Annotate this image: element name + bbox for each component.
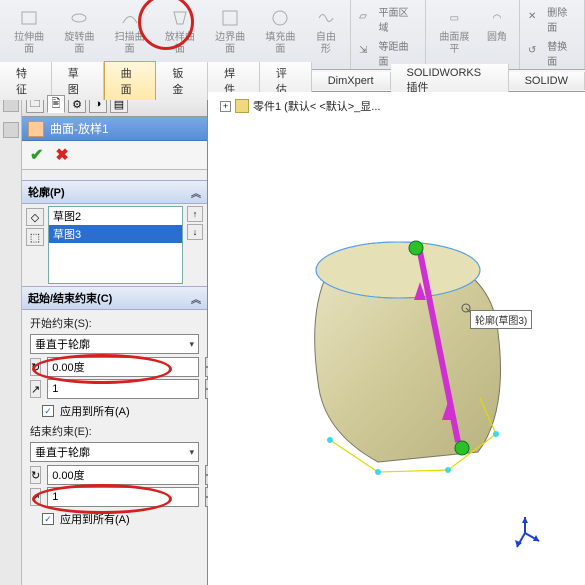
planar-icon: ▱ [359, 11, 374, 27]
extrude-icon [17, 6, 41, 30]
pm-ok-cancel-row: ✔ ✖ [22, 141, 207, 170]
start-constraint-dropdown[interactable]: 垂直于轮廓 ▾ [30, 334, 199, 354]
freeform-button[interactable]: 自由形 [306, 2, 347, 67]
length-icon: ↗ [30, 488, 41, 506]
angle-icon: ↻ [30, 466, 41, 484]
apply-all-a-checkbox[interactable]: ✓ 应用到所有(A) [42, 403, 187, 419]
flatten-surface-button[interactable]: ▭曲面展平 [430, 2, 479, 67]
tab-solidworks[interactable]: SOLIDW [509, 72, 585, 90]
pm-feature-title: 曲面-放样1 [22, 117, 207, 141]
fillet-icon: ◠ [485, 6, 509, 30]
start-length-input[interactable] [47, 379, 199, 399]
chevron-down-icon: ▾ [189, 447, 194, 458]
replace-face-button[interactable]: ↺替换面 [524, 36, 580, 70]
profile-select-icon[interactable]: ◇ [26, 208, 44, 226]
profile-section-header[interactable]: 轮廓(P)︽ [22, 180, 207, 204]
command-manager-tabs: 特征 草图 曲面 钣金 焊件 评估 DimXpert SOLIDWORKS 插件… [0, 70, 585, 92]
collapse-icon: ︽ [191, 291, 201, 306]
end-constraint-dropdown[interactable]: 垂直于轮廓 ▾ [30, 442, 199, 462]
collapse-icon: ︽ [191, 185, 201, 200]
graphics-viewport[interactable]: + 零件1 (默认< <默认>_显... [208, 92, 585, 585]
offset-icon: ⇲ [359, 45, 374, 61]
boundary-surface-button[interactable]: 边界曲面 [205, 2, 255, 67]
feature-tree-root[interactable]: + 零件1 (默认< <默认>_显... [220, 98, 380, 114]
loft-surface-button[interactable]: 放样曲面 [155, 2, 205, 67]
revolve-surface-button[interactable]: 旋转曲面 [54, 2, 104, 67]
apply-all-b-checkbox[interactable]: ✓ 应用到所有(A) [42, 511, 187, 527]
left-toolbar-strip [0, 92, 22, 585]
replace-icon: ↺ [528, 45, 543, 61]
cancel-button[interactable]: ✖ [55, 145, 68, 165]
fill-icon [268, 6, 292, 30]
start-constraint-label: 开始约束(S): [30, 315, 92, 331]
property-manager-panel: 🗀 🖹 ⚙ ◑ ▤ 曲面-放样1 ✔ ✖ 轮廓(P)︽ ◇ ⬚ [22, 92, 208, 585]
delete-icon: ✕ [528, 11, 543, 27]
extrude-surface-button[interactable]: 拉伸曲面 [4, 2, 54, 67]
tab-dimxpert[interactable]: DimXpert [312, 72, 391, 90]
part-icon [235, 99, 249, 113]
ribbon-group-surface: 拉伸曲面 旋转曲面 扫描曲面 放样曲面 边界曲面 填充曲面 自由形 [0, 0, 351, 69]
profile-item-1[interactable]: 草图3 [49, 225, 182, 243]
planar-region-button[interactable]: ▱平面区域 [355, 2, 421, 36]
move-up-button[interactable]: ↑ [187, 206, 203, 222]
end-angle-input[interactable] [47, 465, 199, 485]
tab-surface[interactable]: 曲面 [104, 61, 157, 100]
fillet-button[interactable]: ◠圆角 [479, 2, 515, 67]
profile-group-icon[interactable]: ⬚ [26, 228, 44, 246]
revolve-icon [67, 6, 91, 30]
tab-features[interactable]: 特征 [0, 62, 52, 100]
sweep-icon [118, 6, 142, 30]
ribbon-group-face: ✕删除面 ↺替换面 [520, 0, 585, 69]
move-down-button[interactable]: ↓ [187, 224, 203, 240]
tab-sheetmetal[interactable]: 钣金 [156, 62, 208, 100]
constraint-section-header[interactable]: 起始/结束约束(C)︽ [22, 286, 207, 310]
checkbox-icon: ✓ [42, 405, 54, 417]
ribbon-group-flatten: ▭曲面展平 ◠圆角 [426, 0, 520, 69]
start-angle-input[interactable] [47, 357, 199, 377]
fill-surface-button[interactable]: 填充曲面 [255, 2, 305, 67]
end-constraint-label: 结束约束(E): [30, 423, 92, 439]
length-icon: ↗ [30, 380, 41, 398]
profile-item-0[interactable]: 草图2 [49, 207, 182, 225]
expand-icon[interactable]: + [220, 101, 231, 112]
freeform-icon [314, 6, 338, 30]
checkbox-icon: ✓ [42, 513, 54, 525]
chevron-down-icon: ▾ [189, 339, 194, 350]
orientation-triad-icon[interactable] [505, 513, 545, 553]
ok-button[interactable]: ✔ [30, 145, 43, 165]
ribbon-group-planar: ▱平面区域 ⇲等距曲面 ≡直纹曲面 [351, 0, 426, 69]
flatten-icon: ▭ [442, 6, 466, 30]
loft-feature-icon [28, 121, 44, 137]
profile-callout: 轮廓(草图3) [470, 310, 532, 329]
delete-face-button[interactable]: ✕删除面 [524, 2, 580, 36]
profile-list[interactable]: 草图2 草图3 [48, 206, 183, 284]
strip-button-2[interactable] [3, 122, 19, 138]
ribbon-toolbar: 拉伸曲面 旋转曲面 扫描曲面 放样曲面 边界曲面 填充曲面 自由形 ▱平面区域 … [0, 0, 585, 70]
loft-icon [168, 6, 192, 30]
angle-icon: ↻ [30, 358, 41, 376]
sweep-surface-button[interactable]: 扫描曲面 [105, 2, 155, 67]
pm-tab-property[interactable]: 🖹 [47, 95, 65, 113]
boundary-icon [218, 6, 242, 30]
end-length-input[interactable] [47, 487, 199, 507]
